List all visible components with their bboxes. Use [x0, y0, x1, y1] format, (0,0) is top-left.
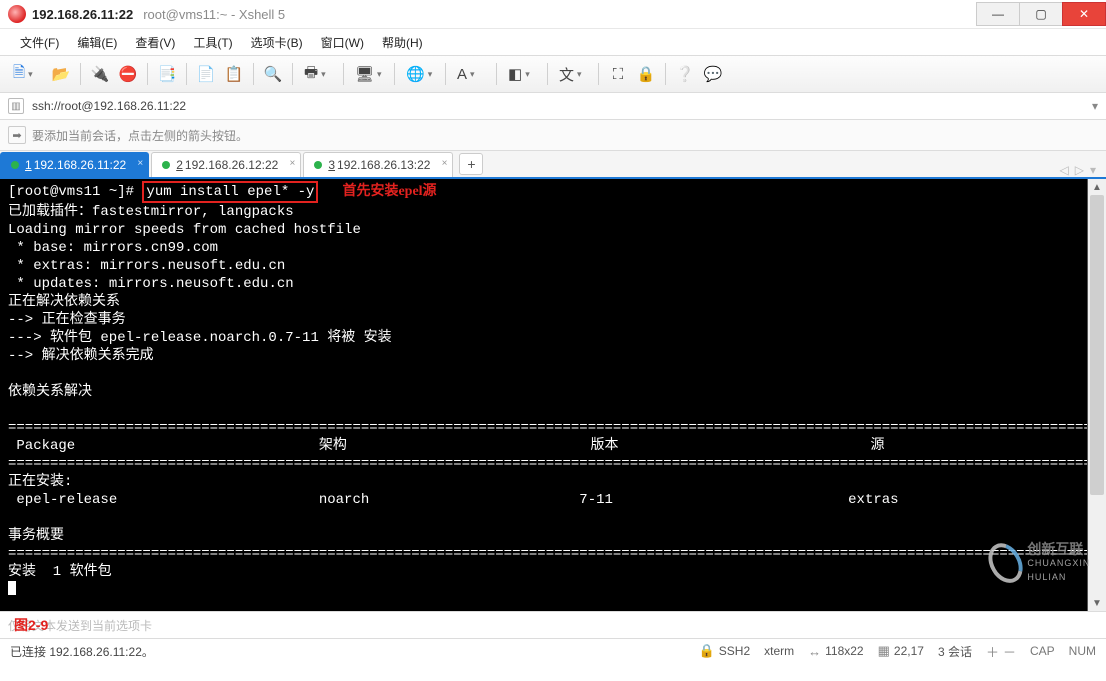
status-cursor-pos: 22,17: [894, 644, 924, 658]
lock-icon: 🔒: [699, 643, 715, 659]
scroll-up-icon[interactable]: ▲: [1088, 179, 1106, 195]
paste-icon[interactable]: 📋: [221, 61, 247, 87]
separator: [147, 63, 148, 85]
font-icon[interactable]: A: [452, 61, 490, 87]
scroll-thumb[interactable]: [1090, 195, 1104, 495]
title-host: 192.168.26.11:22: [32, 7, 133, 22]
app-icon: [8, 5, 26, 23]
print-icon[interactable]: 🖶: [299, 61, 337, 87]
menu-tools[interactable]: 工具(T): [185, 31, 240, 54]
address-dropdown-icon[interactable]: ▾: [1092, 99, 1098, 113]
menu-tabs[interactable]: 选项卡(B): [243, 31, 311, 54]
menubar: 文件(F) 编辑(E) 查看(V) 工具(T) 选项卡(B) 窗口(W) 帮助(…: [0, 29, 1106, 56]
copy-icon[interactable]: 📄: [193, 61, 219, 87]
minimize-button[interactable]: —: [976, 2, 1020, 26]
terminal[interactable]: [root@vms11 ~]# yum install epel* -y首先安装…: [0, 179, 1087, 611]
status-dot-icon: [162, 161, 170, 169]
properties-icon[interactable]: 📑: [154, 61, 180, 87]
open-icon[interactable]: 📂: [48, 61, 74, 87]
num-indicator: NUM: [1069, 644, 1096, 658]
menu-help[interactable]: 帮助(H): [374, 31, 431, 54]
separator: [445, 63, 446, 85]
find-icon[interactable]: 🔍: [260, 61, 286, 87]
status-term: xterm: [764, 644, 794, 658]
add-session-arrow-button[interactable]: ➡: [8, 126, 26, 144]
grid-icon: ▦: [878, 643, 890, 659]
minus-icon[interactable]: －: [1003, 642, 1016, 661]
fullscreen-icon[interactable]: ⛶: [605, 61, 631, 87]
status-dot-icon: [314, 161, 322, 169]
tabs-row: 1 192.168.26.11:22 × 2 192.168.26.12:22 …: [0, 151, 1106, 179]
menu-edit[interactable]: 编辑(E): [69, 31, 125, 54]
tabnav-right-icon[interactable]: ▷: [1075, 163, 1084, 177]
separator: [80, 63, 81, 85]
separator: [547, 63, 548, 85]
tab-session-1[interactable]: 1 192.168.26.11:22 ×: [0, 152, 149, 177]
hint-bar: ➡ 要添加当前会话，点击左侧的箭头按钮。: [0, 120, 1106, 151]
close-tab-icon[interactable]: ×: [137, 158, 143, 169]
status-protocol: SSH2: [719, 644, 750, 658]
title-sub: root@vms11:~ - Xshell 5: [143, 7, 285, 22]
new-session-icon[interactable]: 🗎: [8, 61, 46, 87]
monitor-icon[interactable]: 🖥: [350, 61, 388, 87]
separator: [598, 63, 599, 85]
toolbar: 🗎📂 🔌⛔ 📑 📄📋 🔍 🖶 🖥 🌐 A ◧ 文 ⛶🔒 ❔💬: [0, 56, 1106, 93]
menu-file[interactable]: 文件(F): [12, 31, 67, 54]
disconnect-icon[interactable]: ⛔: [115, 61, 141, 87]
lock-icon[interactable]: 🔒: [633, 61, 659, 87]
address-input[interactable]: [30, 95, 1086, 117]
maximize-button[interactable]: ▢: [1019, 2, 1063, 26]
feedback-icon[interactable]: 💬: [700, 61, 726, 87]
status-dot-icon: [11, 161, 19, 169]
encoding-icon[interactable]: 文: [554, 61, 592, 87]
scrollbar[interactable]: ▲ ▼: [1087, 179, 1106, 611]
close-button[interactable]: ✕: [1062, 2, 1106, 26]
separator: [292, 63, 293, 85]
address-icon: ▥: [8, 98, 24, 114]
separator: [394, 63, 395, 85]
tab-session-3[interactable]: 3 192.168.26.13:22 ×: [303, 152, 453, 177]
plus-icon[interactable]: ＋: [986, 642, 999, 661]
reconnect-icon[interactable]: 🔌: [87, 61, 113, 87]
status-size: 118x22: [825, 644, 863, 658]
terminal-wrap: [root@vms11 ~]# yum install epel* -y首先安装…: [0, 179, 1106, 611]
help-icon[interactable]: ❔: [672, 61, 698, 87]
close-tab-icon[interactable]: ×: [289, 158, 295, 169]
color-icon[interactable]: ◧: [503, 61, 541, 87]
separator: [253, 63, 254, 85]
hint-text: 要添加当前会话，点击左侧的箭头按钮。: [32, 127, 248, 144]
scroll-track[interactable]: [1088, 195, 1106, 595]
cap-indicator: CAP: [1030, 644, 1055, 658]
scroll-down-icon[interactable]: ▼: [1088, 595, 1106, 611]
status-sessions: 3 会话: [938, 643, 972, 660]
separator: [186, 63, 187, 85]
tabnav-left-icon[interactable]: ◁: [1060, 163, 1069, 177]
resize-icon: ↔: [808, 644, 821, 659]
status-bar: 已连接 192.168.26.11:22。 🔒 SSH2 xterm ↔ 118x2…: [0, 638, 1106, 663]
titlebar: 192.168.26.11:22 root@vms11:~ - Xshell 5…: [0, 0, 1106, 29]
globe-icon[interactable]: 🌐: [401, 61, 439, 87]
menu-window[interactable]: 窗口(W): [313, 31, 372, 54]
separator: [665, 63, 666, 85]
close-tab-icon[interactable]: ×: [442, 158, 448, 169]
new-tab-button[interactable]: +: [459, 153, 483, 175]
send-strip: 仅将文本发送到当前选项卡 图2-9: [0, 611, 1106, 638]
tabnav-menu-icon[interactable]: ▾: [1090, 163, 1096, 177]
separator: [343, 63, 344, 85]
menu-view[interactable]: 查看(V): [127, 31, 183, 54]
separator: [496, 63, 497, 85]
status-connection: 已连接 192.168.26.11:22。: [10, 643, 685, 660]
figure-label: 图2-9: [14, 615, 48, 635]
tab-session-2[interactable]: 2 192.168.26.12:22 ×: [151, 152, 301, 177]
address-bar: ▥ ▾: [0, 93, 1106, 120]
